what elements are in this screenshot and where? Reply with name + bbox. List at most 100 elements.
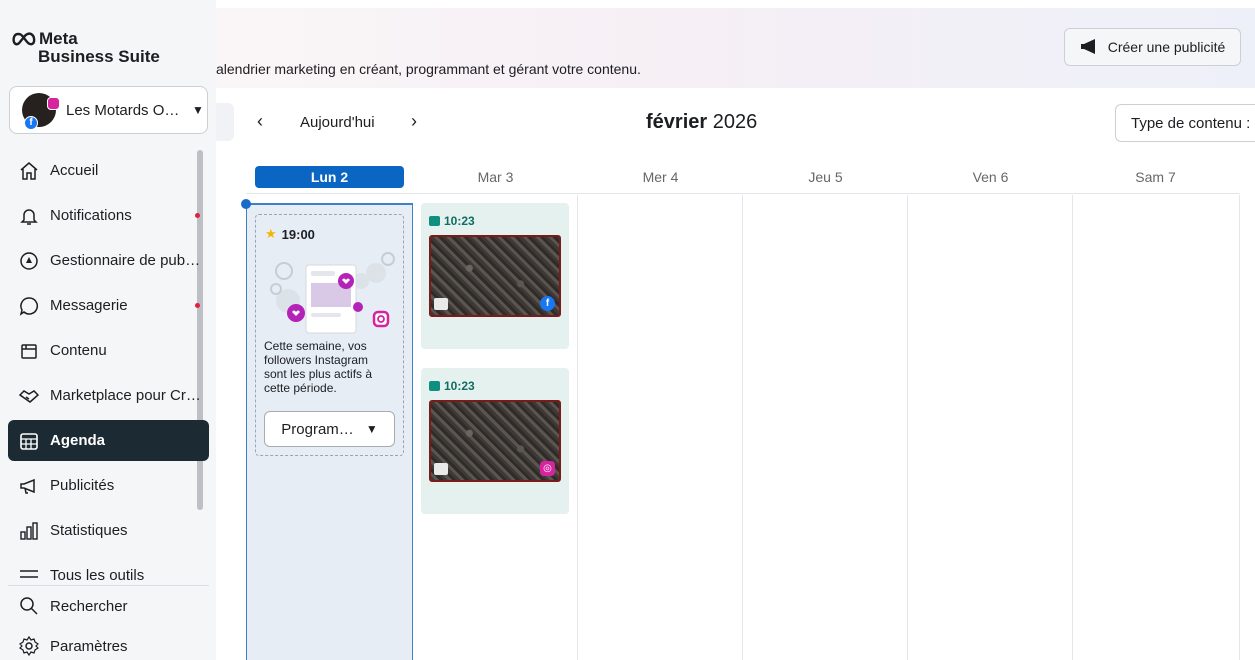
create-ad-label: Créer une publicité bbox=[1107, 39, 1226, 55]
post-time: 10:23 bbox=[444, 214, 475, 228]
suggestion-time-row: ★ 19:00 bbox=[265, 226, 315, 242]
content-icon bbox=[18, 340, 40, 362]
banner-description: alendrier marketing en créant, programma… bbox=[216, 61, 641, 77]
chevron-left-icon[interactable]: ‹ bbox=[250, 111, 270, 132]
caret-down-icon: ▼ bbox=[192, 103, 204, 117]
megaphone-icon bbox=[1080, 39, 1095, 54]
column-divider bbox=[1072, 195, 1073, 660]
current-time-line bbox=[246, 203, 413, 205]
day-header-thu[interactable]: Jeu 5 bbox=[751, 166, 900, 188]
account-selector[interactable]: f Les Motards O… ▼ bbox=[9, 86, 208, 134]
nav-item-search[interactable]: Rechercher bbox=[8, 586, 209, 626]
bar-chart-icon bbox=[18, 520, 40, 542]
current-time-dot bbox=[241, 199, 251, 209]
account-name: Les Motards O… bbox=[66, 101, 180, 119]
post-thumbnail[interactable]: f bbox=[429, 235, 561, 317]
facebook-badge-icon: f bbox=[24, 116, 38, 130]
nav-item-notifications[interactable]: Notifications bbox=[8, 195, 209, 236]
facebook-icon: f bbox=[540, 296, 555, 311]
day-header-tue[interactable]: Mar 3 bbox=[421, 166, 570, 188]
filter-stub[interactable] bbox=[216, 103, 234, 141]
suggestion-message: Cette semaine, vos followers Instagram s… bbox=[264, 339, 373, 395]
column-divider bbox=[1239, 195, 1240, 660]
nav-item-accueil[interactable]: Accueil bbox=[8, 150, 209, 191]
day-header-row: Lun 2 Mar 3 Mer 4 Jeu 5 Ven 6 Sam 7 bbox=[246, 158, 1240, 194]
gear-icon bbox=[18, 635, 40, 657]
meta-business-suite-agenda: Meta Business Suite f Les Motards O… ▼ A… bbox=[0, 0, 1255, 660]
nav-item-marketplace[interactable]: Marketplace pour Cr… bbox=[8, 375, 209, 416]
nav-label: Agenda bbox=[50, 432, 106, 449]
gallery-icon bbox=[434, 298, 448, 310]
meta-business-suite-logo[interactable]: Meta Business Suite bbox=[12, 30, 187, 70]
handshake-icon bbox=[18, 385, 40, 407]
today-button[interactable]: Aujourd'hui bbox=[300, 114, 375, 131]
nav-label: Accueil bbox=[50, 162, 99, 179]
scheduled-post-facebook[interactable]: 10:23 f bbox=[421, 203, 569, 349]
best-time-suggestion[interactable]: ★ 19:00 Cette semaine, vos followers Ins… bbox=[255, 214, 404, 456]
column-divider bbox=[907, 195, 908, 660]
nav-label: Contenu bbox=[50, 342, 107, 359]
nav-label: Tous les outils bbox=[50, 567, 145, 584]
schedule-button-label: Program… bbox=[281, 420, 354, 438]
brand-meta: Meta bbox=[39, 29, 78, 48]
account-avatar: f bbox=[22, 93, 60, 130]
month-year: 2026 bbox=[712, 111, 758, 133]
nav-label: Paramètres bbox=[50, 637, 128, 655]
column-divider bbox=[742, 195, 743, 660]
instagram-badge-icon bbox=[47, 97, 60, 110]
chevron-right-icon[interactable]: › bbox=[404, 111, 424, 132]
sidebar-nav: Accueil Notifications Gestionnaire de pu… bbox=[8, 150, 209, 600]
post-time-row: 10:23 bbox=[429, 379, 475, 393]
top-banner: alendrier marketing en créant, programma… bbox=[216, 8, 1255, 88]
caret-down-icon: ▼ bbox=[365, 422, 378, 436]
month-title: février 2026 bbox=[646, 111, 757, 134]
suggestion-time: 19:00 bbox=[281, 226, 315, 242]
create-ad-button[interactable]: Créer une publicité bbox=[1064, 28, 1241, 66]
nav-label: Rechercher bbox=[50, 597, 128, 615]
nav-label: Notifications bbox=[50, 207, 132, 224]
meta-infinity-icon bbox=[12, 31, 36, 45]
day-header-sat[interactable]: Sam 7 bbox=[1081, 166, 1230, 188]
day-header-wed[interactable]: Mer 4 bbox=[586, 166, 735, 188]
chat-bubble-icon bbox=[18, 295, 40, 317]
day-header-mon[interactable]: Lun 2 bbox=[255, 166, 404, 188]
post-thumbnail[interactable]: ◎ bbox=[429, 400, 561, 482]
nav-item-settings[interactable]: Paramètres bbox=[8, 626, 209, 660]
nav-label: Marketplace pour Cr… bbox=[50, 387, 201, 404]
engagement-illustration bbox=[270, 252, 395, 334]
sparkle-icon: ★ bbox=[265, 226, 277, 241]
bell-icon bbox=[18, 205, 40, 227]
post-type-icon bbox=[429, 216, 440, 226]
post-time: 10:23 bbox=[444, 379, 475, 393]
calendar-toolbar: ‹ Aujourd'hui › février 2026 Type de con… bbox=[216, 98, 1255, 150]
nav-item-contenu[interactable]: Contenu bbox=[8, 330, 209, 371]
post-time-row: 10:23 bbox=[429, 214, 475, 228]
home-icon bbox=[18, 160, 40, 182]
message-dot bbox=[195, 303, 200, 308]
nav-item-statistiques[interactable]: Statistiques bbox=[8, 510, 209, 551]
notification-dot bbox=[195, 213, 200, 218]
ads-manager-icon bbox=[18, 250, 40, 272]
day-header-fri[interactable]: Ven 6 bbox=[916, 166, 1065, 188]
calendar-icon bbox=[18, 430, 40, 452]
sidebar: Meta Business Suite f Les Motards O… ▼ A… bbox=[0, 0, 216, 660]
column-divider bbox=[577, 195, 578, 660]
instagram-icon: ◎ bbox=[540, 461, 555, 476]
nav-label: Gestionnaire de pub… bbox=[50, 252, 201, 269]
megaphone-icon bbox=[18, 475, 40, 497]
nav-label: Publicités bbox=[50, 477, 115, 494]
month-name: février bbox=[646, 111, 708, 133]
menu-icon bbox=[18, 565, 40, 587]
nav-item-publicites[interactable]: Publicités bbox=[8, 465, 209, 506]
content-type-filter[interactable]: Type de contenu : bbox=[1115, 104, 1255, 142]
nav-item-ads-manager[interactable]: Gestionnaire de pub… bbox=[8, 240, 209, 281]
scheduled-post-instagram[interactable]: 10:23 ◎ bbox=[421, 368, 569, 514]
nav-label: Statistiques bbox=[50, 522, 128, 539]
nav-item-agenda[interactable]: Agenda bbox=[8, 420, 209, 461]
nav-label: Messagerie bbox=[50, 297, 128, 314]
brand-suite: Business Suite bbox=[38, 47, 160, 66]
search-icon bbox=[18, 595, 40, 617]
gallery-icon bbox=[434, 463, 448, 475]
nav-item-messagerie[interactable]: Messagerie bbox=[8, 285, 209, 326]
schedule-dropdown-button[interactable]: Program… ▼ bbox=[264, 411, 395, 447]
